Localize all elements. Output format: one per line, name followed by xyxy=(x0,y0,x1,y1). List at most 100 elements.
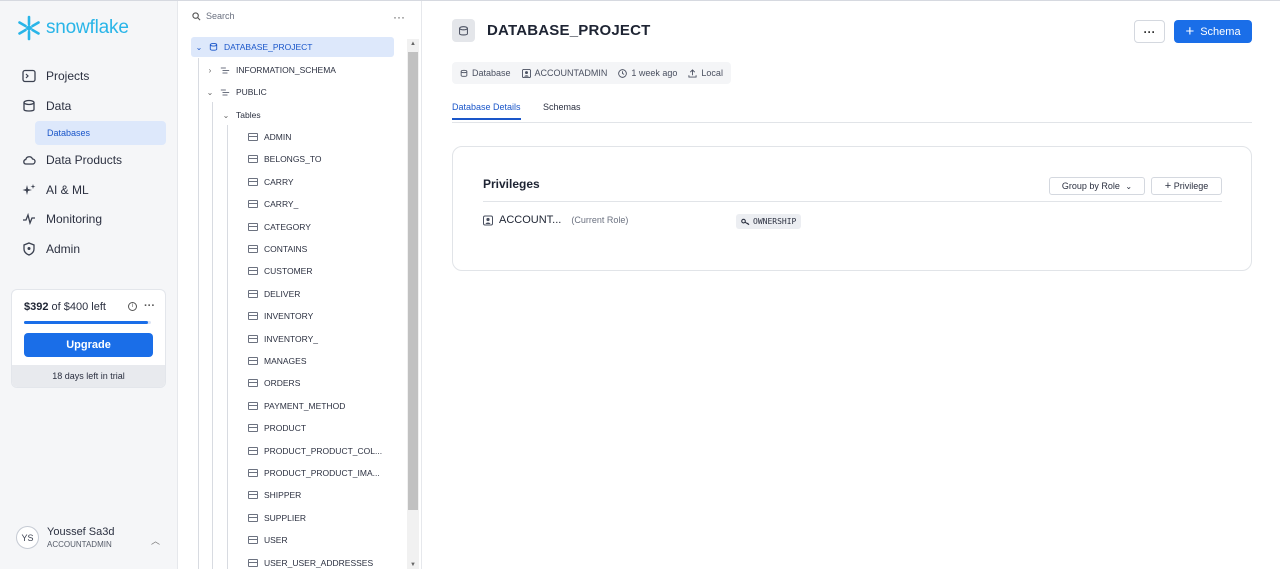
scroll-down-icon[interactable]: ▼ xyxy=(410,562,416,568)
table-icon xyxy=(248,536,258,545)
group-by-role-dropdown[interactable]: Group by Role ⌄ xyxy=(1049,177,1145,195)
chevron-down-icon[interactable]: ⌄ xyxy=(206,88,214,97)
meta-source: Local xyxy=(688,68,723,78)
nav-item-data-products[interactable]: Data Products xyxy=(22,153,122,167)
tab-bar: Database Details Schemas xyxy=(452,98,1252,123)
shield-icon xyxy=(23,242,35,256)
page-title: DATABASE_PROJECT xyxy=(487,22,651,39)
tree-table-label: CUSTOMER xyxy=(264,266,313,277)
credit-amount: $392 xyxy=(24,301,49,313)
tree-table-item[interactable]: PRODUCT_PRODUCT_COL... xyxy=(248,441,382,461)
tree-table-label: USER xyxy=(264,535,288,546)
add-schema-button[interactable]: + Schema xyxy=(1174,20,1252,43)
tree-table-item[interactable]: INVENTORY xyxy=(248,306,313,326)
tree-table-label: CARRY xyxy=(264,176,294,187)
main-content: DATABASE_PROJECT ··· + Schema Database A… xyxy=(422,1,1280,569)
nav-item-admin[interactable]: Admin xyxy=(22,242,80,256)
tree-guide xyxy=(198,58,199,569)
database-icon xyxy=(460,69,468,77)
nav-label-monitoring: Monitoring xyxy=(46,212,103,226)
search-icon xyxy=(192,11,201,20)
meta-time: 1 week ago xyxy=(618,68,677,78)
clock-icon xyxy=(618,68,628,78)
add-privilege-button[interactable]: + Privilege xyxy=(1151,177,1222,195)
tree-table-label: PRODUCT_PRODUCT_IMA... xyxy=(264,468,380,478)
tree-table-label: CONTAINS xyxy=(264,244,308,254)
upgrade-button[interactable]: Upgrade xyxy=(24,333,153,357)
tree-table-item[interactable]: CUSTOMER xyxy=(248,261,313,281)
tree-guide xyxy=(227,125,228,569)
more-actions-button[interactable]: ··· xyxy=(1134,20,1165,43)
tree-table-item[interactable]: USER xyxy=(248,530,288,550)
avatar: YS xyxy=(16,526,39,549)
nav-label-data: Data xyxy=(46,99,72,113)
privilege-role-note: (Current Role) xyxy=(571,215,629,225)
meta-type: Database xyxy=(460,68,511,78)
nav-item-projects[interactable]: Projects xyxy=(22,69,89,83)
table-icon xyxy=(248,469,258,477)
tree-table-item[interactable]: ADMIN xyxy=(248,127,291,147)
trial-days-left: 18 days left in trial xyxy=(12,365,165,387)
search-input[interactable]: Search xyxy=(192,11,235,21)
terminal-icon xyxy=(22,69,36,83)
tree-table-item[interactable]: CATEGORY xyxy=(248,217,311,237)
meta-owner-label: ACCOUNTADMIN xyxy=(534,68,608,78)
schema-icon xyxy=(220,67,230,73)
role-icon xyxy=(521,68,531,78)
add-privilege-label: Privilege xyxy=(1173,181,1209,191)
tree-table-item[interactable]: CARRY xyxy=(248,172,294,192)
scroll-up-icon[interactable]: ▲ xyxy=(410,41,416,47)
tree-schema-label: PUBLIC xyxy=(236,87,267,97)
table-icon xyxy=(248,491,258,500)
tree-table-item[interactable]: ORDERS xyxy=(248,373,300,393)
user-menu[interactable]: YS Youssef Sa3d ACCOUNTADMIN ︿ xyxy=(16,526,166,549)
tree-table-item[interactable]: PAYMENT_METHOD xyxy=(248,396,345,416)
tree-table-item[interactable]: USER_USER_ADDRESSES xyxy=(248,553,373,569)
tree-database[interactable]: ⌄ DATABASE_PROJECT xyxy=(191,37,394,57)
tree-table-label: BELONGS_TO xyxy=(264,154,322,165)
table-icon xyxy=(248,245,258,253)
privilege-badge: OWNERSHIP xyxy=(736,214,802,229)
tree-table-item[interactable]: BELONGS_TO xyxy=(248,149,321,169)
meta-owner: ACCOUNTADMIN xyxy=(521,68,608,78)
nav-item-ai-ml[interactable]: AI & ML xyxy=(22,183,89,197)
tab-database-details[interactable]: Database Details xyxy=(452,102,521,120)
object-metadata: Database ACCOUNTADMIN 1 week ago Local xyxy=(452,62,731,84)
chevron-down-icon[interactable]: ⌄ xyxy=(195,43,203,52)
snowflake-logo[interactable]: snowflake xyxy=(16,15,129,41)
explorer-more-icon[interactable]: ··· xyxy=(393,10,405,24)
nav-item-monitoring[interactable]: Monitoring xyxy=(22,212,102,226)
privilege-badge-label: OWNERSHIP xyxy=(753,217,797,226)
nav-label-ai-ml: AI & ML xyxy=(46,183,89,197)
tree-schema-public[interactable]: ⌄ PUBLIC xyxy=(206,82,267,102)
tree-table-item[interactable]: CARRY_ xyxy=(248,194,298,214)
nav-subitem-databases[interactable]: Databases xyxy=(35,121,166,145)
tree-table-item[interactable]: CONTAINS xyxy=(248,239,307,259)
nav-label-admin: Admin xyxy=(46,242,81,256)
search-placeholder: Search xyxy=(206,11,235,21)
tree-scrollbar[interactable]: ▲ ▼ xyxy=(407,39,419,569)
tree-table-item[interactable]: INVENTORY_ xyxy=(248,329,318,349)
more-icon[interactable]: ··· xyxy=(144,300,155,312)
table-icon xyxy=(248,200,258,209)
tree-schema-information[interactable]: › INFORMATION_SCHEMA xyxy=(206,60,336,80)
snowflake-icon xyxy=(18,15,40,41)
object-explorer: Search ··· ⌄ DATABASE_PROJECT › INFORMAT… xyxy=(178,1,422,569)
scroll-thumb[interactable] xyxy=(408,52,418,510)
tree-table-item[interactable]: SUPPLIER xyxy=(248,508,306,528)
chevron-down-icon[interactable]: ⌄ xyxy=(222,111,230,120)
tree-table-item[interactable]: PRODUCT_PRODUCT_IMA... xyxy=(248,463,380,483)
privilege-role-row[interactable]: ACCOUNT... (Current Role) xyxy=(483,214,628,226)
tree-table-item[interactable]: SHIPPER xyxy=(248,485,301,505)
trial-actions: i ··· xyxy=(128,300,155,312)
tree-table-item[interactable]: PRODUCT xyxy=(248,418,306,438)
add-schema-label: Schema xyxy=(1200,25,1241,38)
info-icon[interactable]: i xyxy=(128,301,137,311)
nav-item-data[interactable]: Data xyxy=(22,99,71,113)
tab-schemas[interactable]: Schemas xyxy=(543,102,581,112)
tree-tables-folder[interactable]: ⌄ Tables xyxy=(222,105,261,125)
chevron-right-icon[interactable]: › xyxy=(206,66,214,75)
tree-table-item[interactable]: DELIVER xyxy=(248,284,300,304)
nav-label-projects: Projects xyxy=(46,69,90,83)
tree-table-item[interactable]: MANAGES xyxy=(248,351,307,371)
